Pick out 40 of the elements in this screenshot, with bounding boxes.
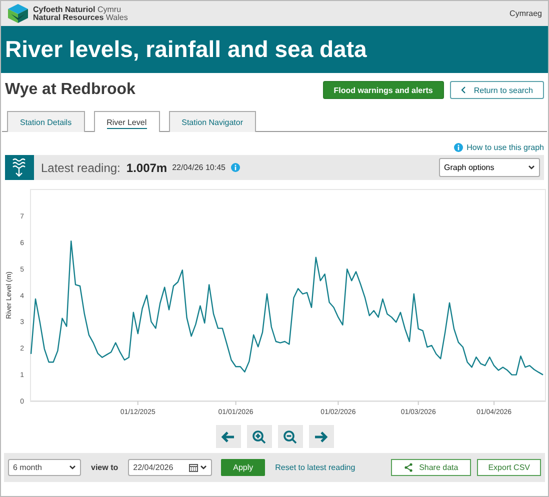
export-button[interactable]: Export CSV [477,459,541,476]
chevron-left-icon [460,86,466,94]
logo-icon [8,4,28,23]
tab[interactable]: Station Navigator [168,111,256,132]
back-button[interactable] [216,425,240,448]
logo-text: Cyfoeth Naturiol Cymru [33,6,122,14]
arrow-left-icon [221,430,235,442]
water-level-icon [5,155,34,180]
reading-time: 22/04/26 10:45 [172,163,226,172]
zoom-in-button[interactable] [246,425,272,448]
help-link[interactable]: How to use this graph [466,143,544,152]
caret-icon [69,465,76,470]
reading-label: Latest reading: [41,160,120,174]
calendar-icon [189,463,198,472]
zoom-in-icon [252,430,266,444]
language-link[interactable]: Cymraeg [510,9,542,18]
apply-button[interactable]: Apply [221,459,266,476]
zoom-out-button[interactable] [278,425,302,448]
tab[interactable]: Station Details [7,111,85,132]
share-button[interactable]: Share data [391,459,472,476]
tab[interactable]: River Level [94,111,160,132]
forward-button[interactable] [308,425,334,448]
info-icon[interactable] [454,143,463,152]
return-button[interactable]: Return to search [450,81,544,99]
reading-value: 1.007m [126,160,168,174]
flood-warnings-button[interactable]: Flood warnings and alerts [322,81,444,99]
logo-text: Natural Resources Wales [33,14,128,22]
caret-icon [200,465,208,470]
zoom-out-icon [283,430,297,444]
date-field[interactable]: 22/04/2026 [128,459,212,476]
info-icon[interactable] [231,163,240,172]
station-name: Wye at Redbrook [5,81,136,99]
period-select[interactable]: 6 month [8,459,81,476]
graph-options-select[interactable]: Graph options [439,158,540,177]
reset-link[interactable]: Reset to latest reading [275,463,356,472]
arrow-right-icon [314,430,328,442]
view-to-label: view to [91,463,118,472]
caret-icon [528,165,535,170]
share-icon [404,463,414,472]
page-title: River levels, rainfall and sea data [5,36,367,63]
